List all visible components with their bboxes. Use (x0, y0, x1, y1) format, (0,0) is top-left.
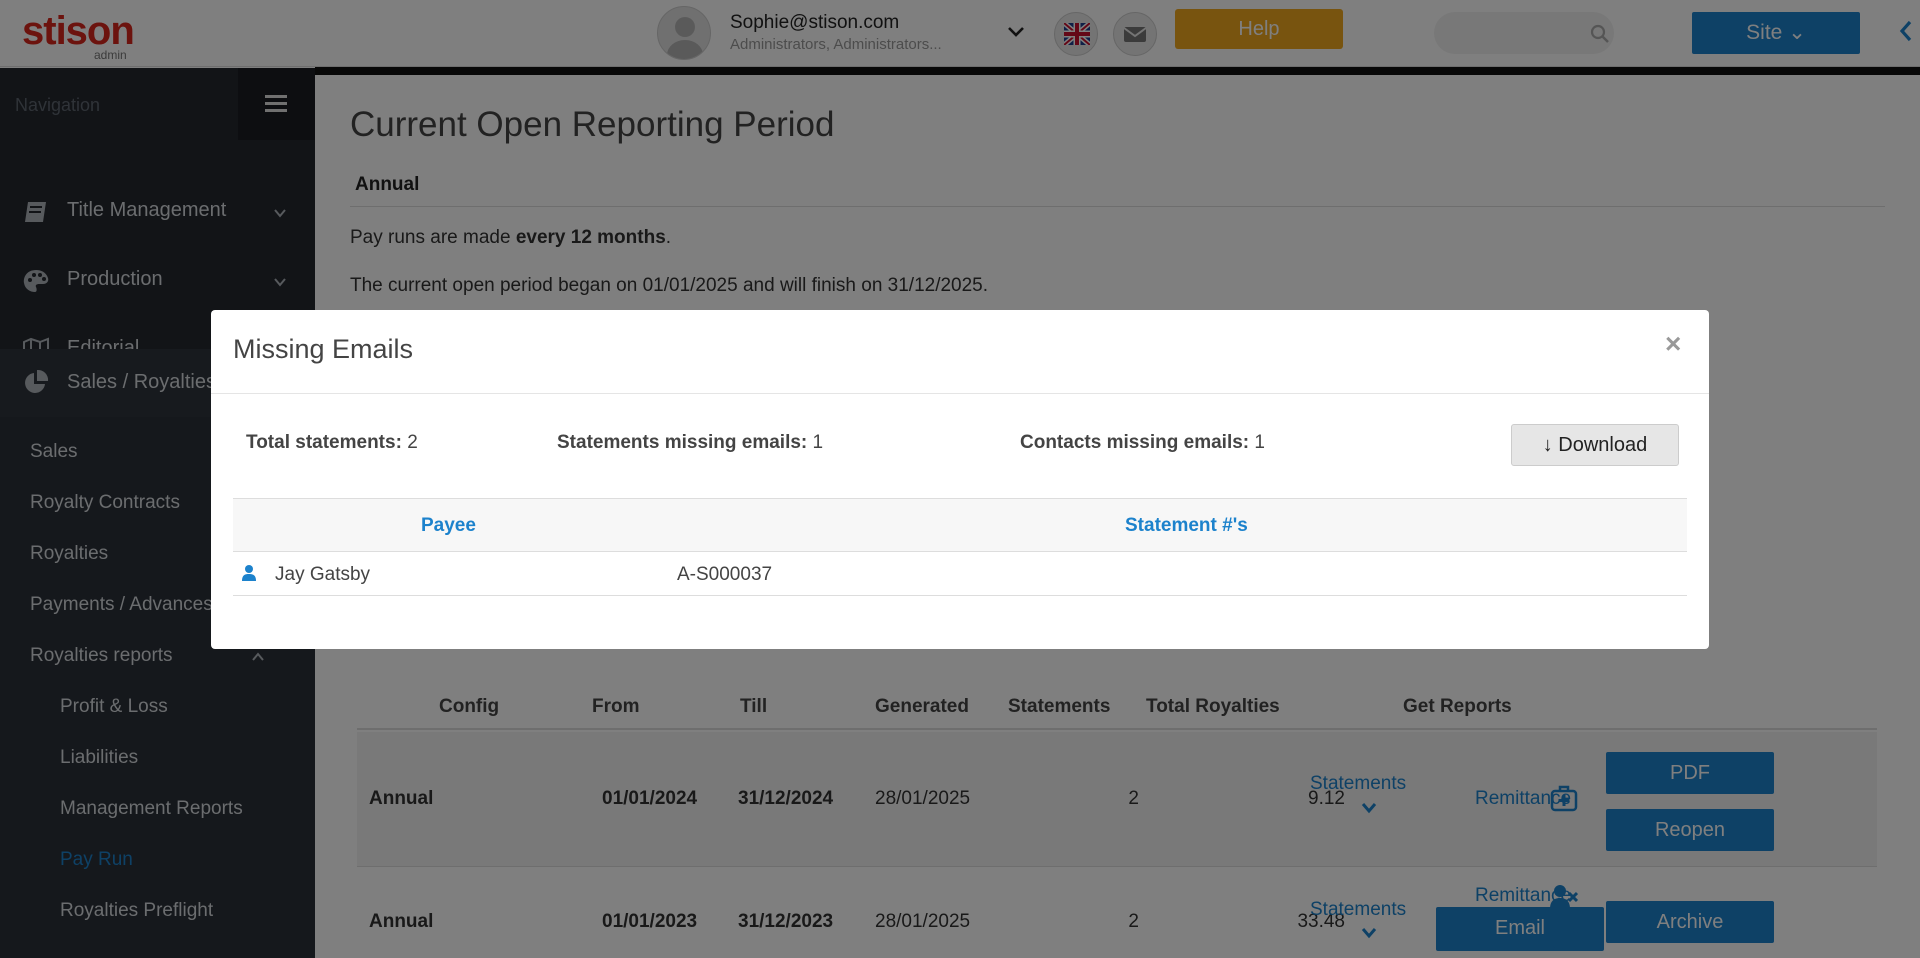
stat-label: Total statements: (246, 432, 402, 453)
statements-missing-stat: Statements missing emails: 1 (557, 432, 823, 454)
missing-emails-modal: Missing Emails × Total statements: 2 Sta… (211, 310, 1709, 649)
modal-divider (211, 393, 1709, 394)
cell-statement: A-S000037 (677, 564, 773, 585)
contacts-missing-stat: Contacts missing emails: 1 (1020, 432, 1265, 454)
user-icon (242, 565, 256, 581)
table-row: Jay Gatsby A-S000037 (233, 552, 1687, 596)
download-button[interactable]: ↓ Download (1511, 424, 1679, 466)
total-statements-stat: Total statements: 2 (246, 432, 418, 454)
stat-value: 1 (812, 432, 824, 453)
close-icon[interactable]: × (1665, 328, 1681, 360)
modal-title: Missing Emails (233, 334, 414, 364)
stat-value: 2 (407, 432, 418, 453)
col-statement-numbers[interactable]: Statement #'s (1125, 515, 1248, 537)
stat-label: Contacts missing emails: (1020, 432, 1250, 453)
stat-value: 1 (1254, 432, 1265, 453)
table-header: Payee Statement #'s (233, 498, 1687, 552)
cell-payee: Jay Gatsby (275, 564, 371, 585)
col-payee[interactable]: Payee (421, 515, 476, 537)
stat-label: Statements missing emails: (557, 432, 808, 453)
